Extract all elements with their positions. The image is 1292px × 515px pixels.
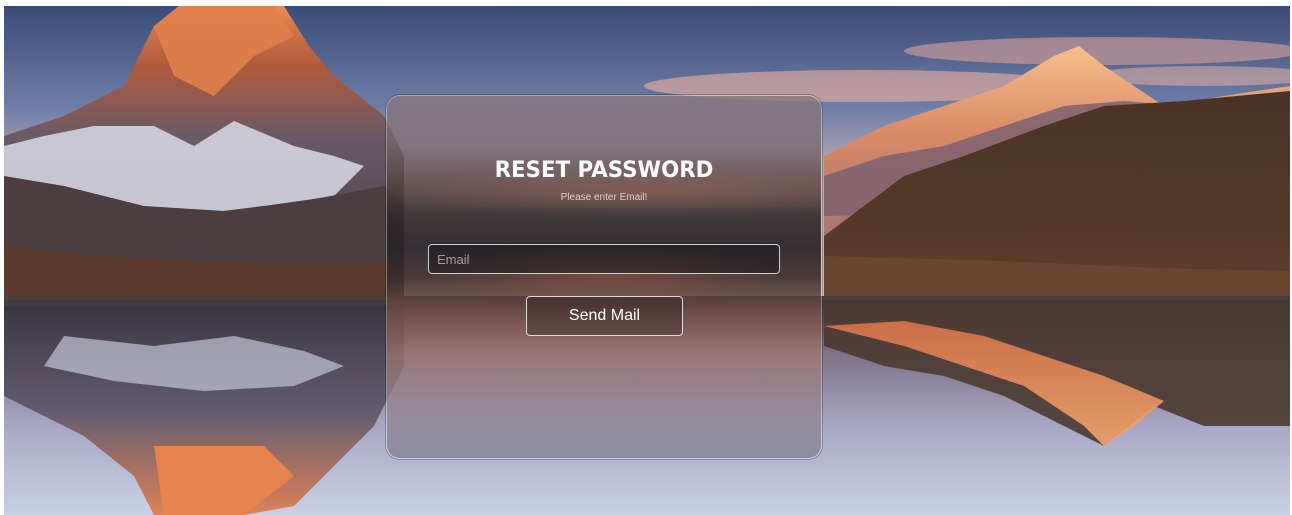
email-field[interactable] xyxy=(428,244,780,274)
reset-password-card: RESET PASSWORD Please enter Email! Send … xyxy=(386,95,822,459)
page-title: RESET PASSWORD xyxy=(494,158,714,183)
send-mail-button[interactable]: Send Mail xyxy=(526,296,683,336)
page-subtitle: Please enter Email! xyxy=(560,192,648,203)
